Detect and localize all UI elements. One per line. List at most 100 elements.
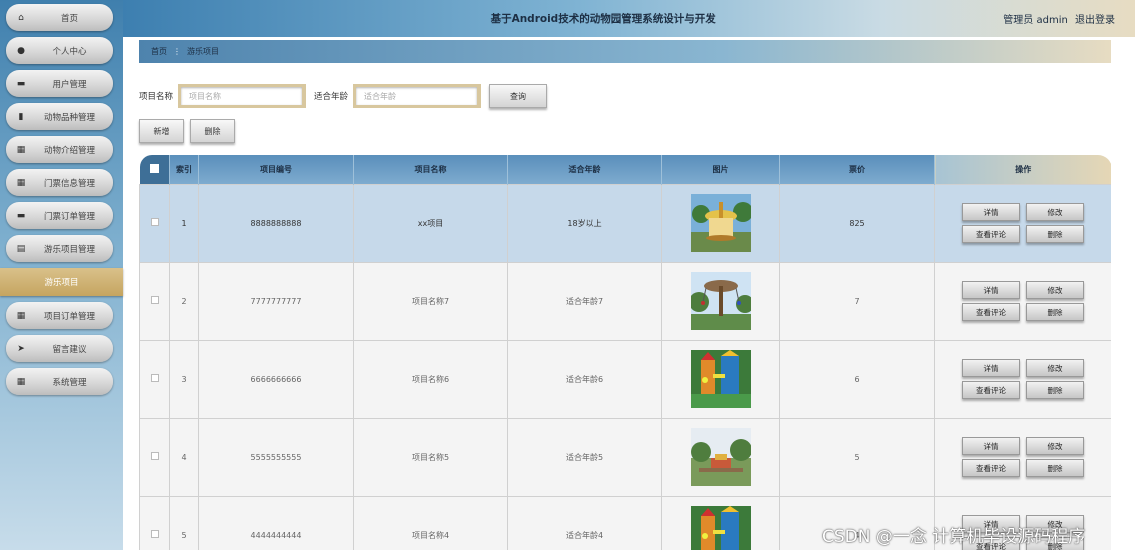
age-search-input[interactable] [353,84,482,108]
row-checkbox[interactable] [139,183,170,263]
username: 管理员 admin [1003,15,1068,26]
ticket-icon: ▬ [16,210,26,221]
cell-index: 1 [169,183,199,263]
delete-row-button[interactable]: 删除 [1026,225,1084,243]
sidebar-item-10[interactable]: ➤ 留言建议 [6,335,113,362]
cell-age: 适合年龄4 [507,495,662,550]
row-checkbox[interactable] [139,339,170,419]
grid-icon: ▦ [16,177,26,188]
sidebar-item-label: 系统管理 [52,377,87,388]
cell-code: 4444444444 [198,495,354,550]
cell-age: 适合年龄7 [507,261,662,341]
edit-button[interactable]: 修改 [1026,359,1084,377]
name-search-input[interactable] [178,84,307,108]
cell-ops: 详情 修改 查看评论 删除 [934,183,1111,263]
sidebar-item-7[interactable]: ▤ 游乐项目管理 [6,235,113,262]
edit-button[interactable]: 修改 [1026,437,1084,455]
cell-code: 7777777777 [198,261,354,341]
edit-button[interactable]: 修改 [1026,281,1084,299]
detail-button[interactable]: 详情 [962,281,1020,299]
view-comments-button[interactable]: 查看评论 [962,381,1020,399]
cell-price: 825 [779,183,935,263]
top-header: 基于Android技术的动物园管理系统设计与开发 管理员 admin 退出登录 [123,0,1135,37]
sidebar-item-11[interactable]: ▦ 系统管理 [6,368,113,395]
row-checkbox[interactable] [139,261,170,341]
delete-row-button[interactable]: 删除 [1026,303,1084,321]
header-ops: 操作 [934,155,1111,184]
cell-index: 5 [169,495,199,550]
header-image: 图片 [661,155,780,184]
cell-price: 5 [779,417,935,497]
sidebar-item-label: 动物介绍管理 [43,145,95,156]
app-title: 基于Android技术的动物园管理系统设计与开发 [490,13,716,25]
cell-ops: 详情 修改 查看评论 删除 [934,339,1111,419]
person-icon: ● [17,45,25,56]
bar-chart-icon: ▮ [18,111,24,122]
view-comments-button[interactable]: 查看评论 [962,459,1020,477]
cell-name: xx项目 [353,183,508,263]
cell-image [661,261,780,341]
cell-name: 项目名称6 [353,339,508,419]
sidebar-item-label: 门票信息管理 [43,178,95,189]
header-name: 项目名称 [353,155,508,184]
view-comments-button[interactable]: 查看评论 [962,303,1020,321]
sidebar-item-8[interactable]: 游乐项目 [0,268,123,296]
search-bar: 项目名称 适合年龄 查询 [139,84,548,108]
project-image [662,350,779,408]
breadcrumb-current: 游乐项目 [187,47,219,56]
cell-name: 项目名称7 [353,261,508,341]
checkbox-box[interactable] [150,530,159,538]
age-label: 适合年龄 [314,92,349,102]
breadcrumb-home[interactable]: 首页 [151,46,167,57]
sidebar-item-5[interactable]: ▦ 门票信息管理 [6,169,113,196]
cell-index: 3 [169,339,199,419]
cell-image [661,339,780,419]
row-checkbox[interactable] [139,417,170,497]
view-comments-button[interactable]: 查看评论 [962,225,1020,243]
sidebar-item-label: 动物品种管理 [43,112,95,123]
select-all-checkbox[interactable] [139,155,170,184]
sidebar-item-label: 门票订单管理 [43,211,95,222]
detail-button[interactable]: 详情 [962,359,1020,377]
detail-button[interactable]: 详情 [962,203,1020,221]
cell-name: 项目名称5 [353,417,508,497]
cell-ops: 详情 修改 查看评论 删除 [934,261,1111,341]
grid-icon: ▦ [16,376,26,387]
add-button[interactable]: 新增 [139,119,184,143]
cell-image [661,417,780,497]
header-age: 适合年龄 [507,155,662,184]
sidebar-item-6[interactable]: ▬ 门票订单管理 [6,202,113,229]
data-table: 索引 项目编号 项目名称 适合年龄 图片 票价 操作 1 8888888888 xx… [139,155,1111,550]
breadcrumb: 首页 ⋮ 游乐项目 [139,40,1111,63]
sidebar-item-label: 用户管理 [52,79,87,90]
users-icon: ▬ [16,78,26,89]
cell-image [661,183,780,263]
checkbox-box[interactable] [150,296,159,304]
checkbox-box[interactable] [150,452,159,460]
cell-index: 2 [169,261,199,341]
detail-button[interactable]: 详情 [962,437,1020,455]
checkbox-box[interactable] [150,218,159,226]
sidebar-item-0[interactable]: ⌂ 首页 [6,4,113,31]
sidebar-item-3[interactable]: ▮ 动物品种管理 [6,103,113,130]
edit-button[interactable]: 修改 [1026,203,1084,221]
cell-age: 18岁以上 [507,183,662,263]
logout-link[interactable]: 退出登录 [1075,15,1115,26]
project-image [662,428,779,486]
row-checkbox[interactable] [139,495,170,550]
cell-name: 项目名称4 [353,495,508,550]
sidebar-item-label: 项目订单管理 [43,311,95,322]
cell-image [661,495,780,550]
table-row: 3 6666666666 项目名称6 适合年龄6 6 详情 修改 查看评论 删除 [139,339,1111,419]
delete-row-button[interactable]: 删除 [1026,459,1084,477]
delete-row-button[interactable]: 删除 [1026,381,1084,399]
batch-delete-button[interactable]: 删除 [190,119,235,143]
search-button[interactable]: 查询 [489,84,548,108]
project-image [662,506,779,550]
sidebar-item-4[interactable]: ▦ 动物介绍管理 [6,136,113,163]
cell-age: 适合年龄5 [507,417,662,497]
sidebar-item-2[interactable]: ▬ 用户管理 [6,70,113,97]
sidebar-item-9[interactable]: ▦ 项目订单管理 [6,302,113,329]
checkbox-box[interactable] [150,374,159,382]
sidebar-item-1[interactable]: ● 个人中心 [6,37,113,64]
